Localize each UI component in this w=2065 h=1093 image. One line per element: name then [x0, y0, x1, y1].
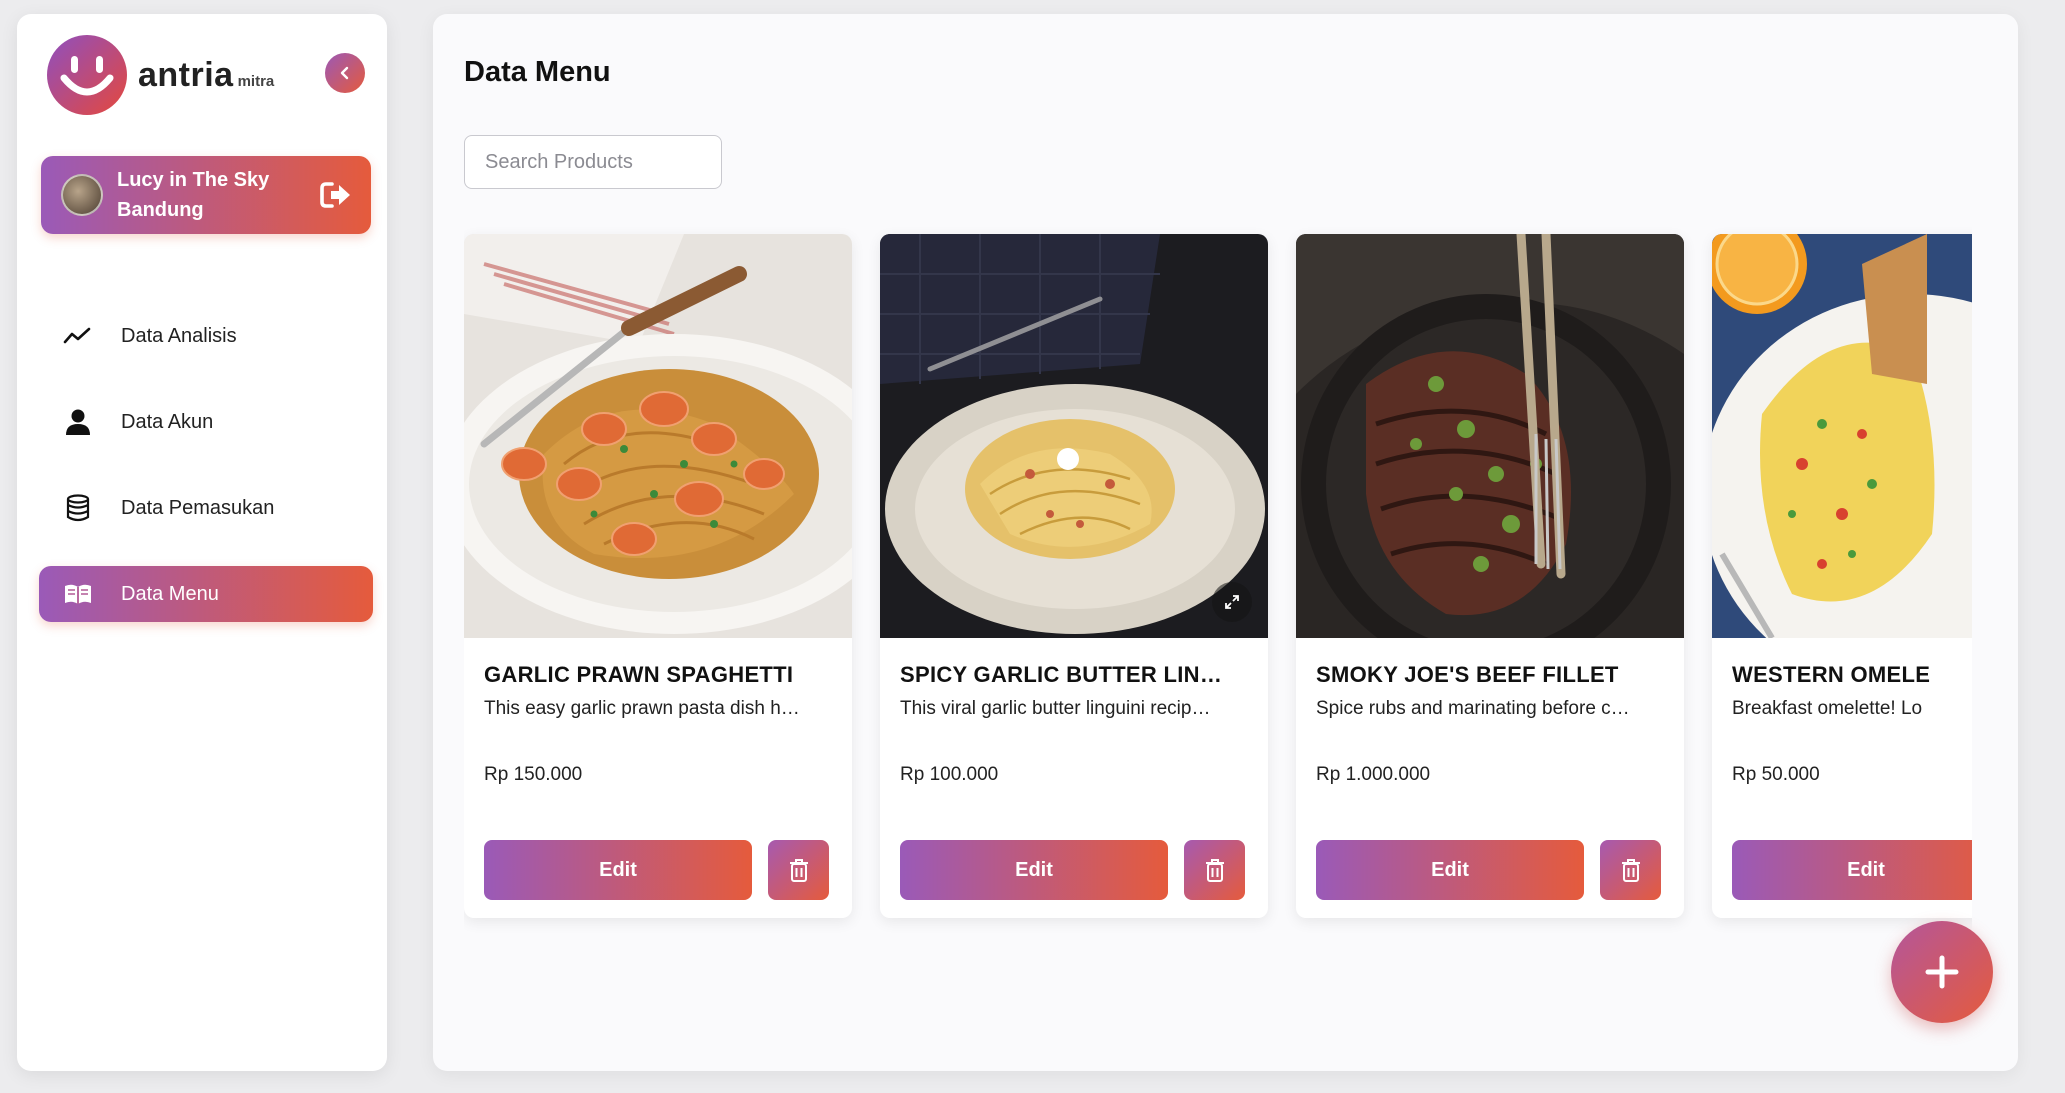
store-name-line2: Bandung — [117, 199, 204, 221]
antria-logo-icon — [47, 35, 127, 115]
product-description: This viral garlic butter linguini recip… — [900, 698, 1211, 719]
sidebar-item-data-pemasukan[interactable]: Data Pemasukan — [39, 480, 373, 536]
edit-button[interactable]: Edit — [1732, 840, 1972, 900]
sidebar-item-data-akun[interactable]: Data Akun — [39, 394, 373, 450]
product-title: SMOKY JOE'S BEEF FILLET — [1316, 662, 1619, 687]
sidebar-item-label: Data Menu — [121, 582, 219, 605]
edit-button[interactable]: Edit — [900, 840, 1168, 900]
product-card: WESTERN OMELE Breakfast omelette! Lo Rp … — [1712, 234, 1972, 918]
product-image-spicy-garlic-butter-linguini[interactable] — [880, 234, 1268, 638]
plus-icon — [1925, 955, 1959, 989]
page-title: Data Menu — [464, 56, 611, 88]
product-card: GARLIC PRAWN SPAGHETTI This easy garlic … — [464, 234, 852, 918]
logout-button[interactable] — [319, 180, 353, 210]
sidebar-item-label: Data Pemasukan — [121, 496, 275, 519]
product-price: Rp 1.000.000 — [1316, 764, 1431, 785]
brand-subtitle: mitra — [237, 72, 275, 90]
brand-logo[interactable]: antria mitra — [46, 34, 274, 116]
product-description: Spice rubs and marinating before c… — [1316, 698, 1630, 719]
sidebar-nav: Data Analisis Data Akun Data Pemasukan D… — [39, 308, 373, 652]
product-carousel[interactable]: GARLIC PRAWN SPAGHETTI This easy garlic … — [464, 220, 1972, 936]
expand-icon — [1225, 595, 1239, 609]
brand-name: antria — [138, 55, 234, 94]
product-image-garlic-prawn-spaghetti[interactable] — [464, 234, 852, 638]
trash-icon — [1205, 859, 1224, 882]
logout-icon — [320, 182, 350, 208]
product-title: SPICY GARLIC BUTTER LIN… — [900, 662, 1223, 687]
delete-button[interactable] — [768, 840, 829, 900]
store-name: Lucy in The Sky Bandung — [117, 165, 297, 225]
product-price: Rp 150.000 — [484, 764, 583, 785]
edit-button[interactable]: Edit — [484, 840, 752, 900]
line-chart-icon — [63, 321, 93, 351]
product-image-western-omelette[interactable] — [1712, 234, 1972, 638]
chevron-left-icon — [340, 66, 349, 80]
sidebar-item-data-menu[interactable]: Data Menu — [39, 566, 373, 622]
main-panel: Data Menu Search Products GARLIC PRAWN S… — [433, 14, 2018, 1071]
sidebar: antria mitra Lucy in The Sky Bandung Dat… — [17, 14, 387, 1071]
store-profile-card: Lucy in The Sky Bandung — [41, 156, 371, 234]
product-title: WESTERN OMELE — [1732, 662, 1931, 687]
store-name-line1: Lucy in The Sky — [117, 169, 270, 191]
product-description: Breakfast omelette! Lo — [1732, 698, 1923, 719]
product-list: GARLIC PRAWN SPAGHETTI This easy garlic … — [464, 220, 1972, 918]
product-price: Rp 50.000 — [1732, 764, 1820, 785]
product-card: SMOKY JOE'S BEEF FILLET Spice rubs and m… — [1296, 234, 1684, 918]
store-avatar — [61, 174, 103, 216]
search-input[interactable] — [464, 135, 722, 189]
trash-icon — [789, 859, 808, 882]
edit-button[interactable]: Edit — [1316, 840, 1584, 900]
delete-button[interactable] — [1184, 840, 1245, 900]
product-card: SPICY GARLIC BUTTER LIN… This viral garl… — [880, 234, 1268, 918]
coins-stack-icon — [63, 493, 93, 523]
user-icon — [63, 407, 93, 437]
product-description: This easy garlic prawn pasta dish h… — [484, 698, 800, 719]
book-icon — [63, 579, 93, 609]
trash-icon — [1621, 859, 1640, 882]
expand-image-button[interactable] — [1212, 582, 1252, 622]
product-image-smoky-joes-beef-fillet[interactable] — [1296, 234, 1684, 638]
product-price: Rp 100.000 — [900, 764, 999, 785]
sidebar-item-data-analisis[interactable]: Data Analisis — [39, 308, 373, 364]
sidebar-item-label: Data Akun — [121, 410, 214, 433]
add-product-button[interactable] — [1891, 921, 1993, 1023]
delete-button[interactable] — [1600, 840, 1661, 900]
sidebar-item-label: Data Analisis — [121, 324, 237, 347]
product-title: GARLIC PRAWN SPAGHETTI — [484, 662, 794, 687]
collapse-sidebar-button[interactable] — [325, 53, 365, 93]
